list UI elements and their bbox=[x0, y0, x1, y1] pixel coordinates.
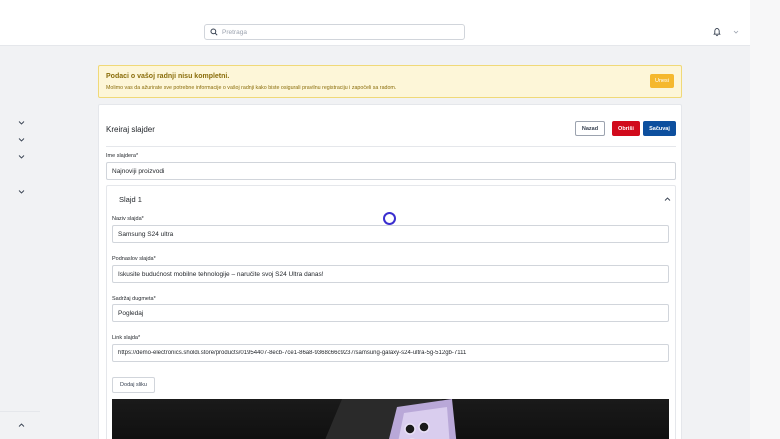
sidebar-chevron-up-icon[interactable] bbox=[18, 422, 25, 429]
search-input[interactable] bbox=[222, 28, 452, 36]
cursor-indicator bbox=[383, 212, 396, 225]
slide-link-label: Link slajda* bbox=[112, 335, 141, 341]
save-button[interactable]: Sačuvaj bbox=[643, 121, 676, 136]
search-box[interactable] bbox=[204, 24, 465, 40]
slide-image-preview bbox=[112, 399, 669, 439]
slide-link-input[interactable] bbox=[112, 344, 669, 362]
alert-message: Molimo vas da ažurirate sve potrebne inf… bbox=[106, 85, 397, 91]
alert-enter-button[interactable]: Unesi bbox=[650, 74, 674, 88]
button-text-input[interactable] bbox=[112, 304, 669, 322]
sidebar bbox=[0, 46, 40, 439]
phone-image bbox=[325, 399, 457, 439]
top-bar bbox=[0, 0, 750, 46]
chevron-down-icon[interactable] bbox=[733, 29, 739, 35]
sidebar-chevron-down-icon[interactable] bbox=[18, 119, 25, 126]
clear-button[interactable]: Obriši bbox=[612, 121, 640, 136]
sidebar-divider bbox=[0, 411, 40, 412]
chevron-up-icon[interactable] bbox=[664, 196, 671, 203]
slide-heading[interactable]: Slajd 1 bbox=[119, 195, 142, 204]
add-image-button[interactable]: Dodaj sliku bbox=[112, 377, 155, 393]
slider-name-label: Ime slajdera* bbox=[106, 153, 139, 159]
search-icon bbox=[210, 28, 218, 36]
slide-title-label: Naziv slajda* bbox=[112, 216, 144, 222]
sidebar-chevron-down-icon[interactable] bbox=[18, 188, 25, 195]
incomplete-info-alert: Podaci o vašoj radnji nisu kompletni. Mo… bbox=[98, 65, 682, 98]
bell-icon[interactable] bbox=[712, 27, 722, 37]
slide-title-input[interactable] bbox=[112, 225, 669, 243]
slide-subtitle-label: Podnaslov slajda* bbox=[112, 256, 156, 262]
sidebar-chevron-down-icon[interactable] bbox=[18, 153, 25, 160]
header-divider bbox=[106, 146, 676, 147]
alert-title: Podaci o vašoj radnji nisu kompletni. bbox=[106, 73, 230, 80]
slide-subtitle-input[interactable] bbox=[112, 265, 669, 283]
sidebar-chevron-down-icon[interactable] bbox=[18, 136, 25, 143]
create-slider-card: Kreiraj slajder Nazad Obriši Sačuvaj Ime… bbox=[98, 104, 682, 439]
right-gutter bbox=[750, 0, 780, 439]
back-button[interactable]: Nazad bbox=[575, 121, 605, 136]
slider-name-input[interactable] bbox=[106, 162, 676, 180]
page-title: Kreiraj slajder bbox=[106, 125, 155, 134]
button-text-label: Sadržaj dugmeta* bbox=[112, 296, 156, 302]
